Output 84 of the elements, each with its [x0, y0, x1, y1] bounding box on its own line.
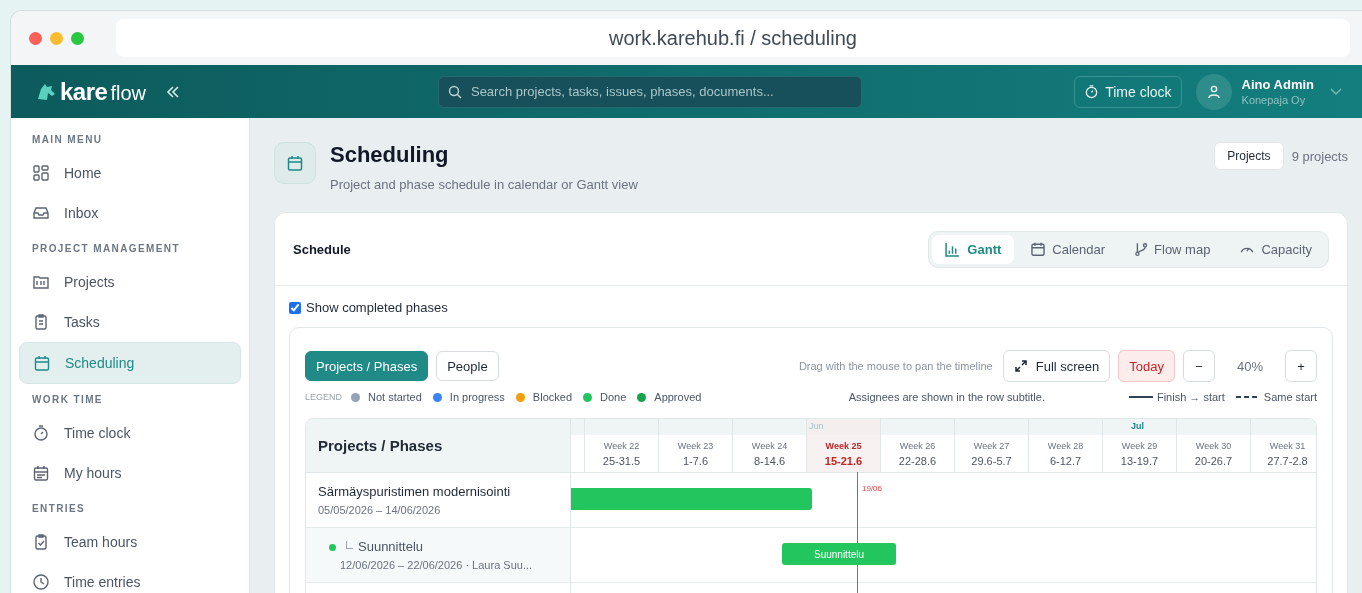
avatar[interactable] — [1195, 73, 1232, 110]
sidebar-item[interactable]: Team hours — [19, 522, 241, 562]
search-icon — [447, 84, 462, 99]
week-header: Week 25 15-21.6 — [807, 435, 881, 472]
branch-icon — [1135, 241, 1148, 257]
column-heading: Projects / Phases — [318, 437, 443, 454]
legend-title: LEGEND — [305, 392, 342, 402]
maximize-window-dot[interactable] — [71, 31, 84, 45]
view-toggle-button[interactable]: Projects / Phases — [305, 351, 429, 381]
collapse-sidebar-icon[interactable] — [165, 85, 180, 98]
inbox-icon — [32, 204, 50, 222]
sidebar-item[interactable]: Inbox — [19, 193, 241, 233]
today-date-label: 19/06 — [862, 484, 883, 493]
legend-label: Approved — [654, 391, 702, 403]
search-field[interactable]: Search projects, tasks, issues, phases, documents... — [438, 76, 861, 107]
clipboard-check-icon — [32, 533, 50, 551]
row-title[interactable]: Särmäyspuristimen modernisointi — [318, 484, 511, 499]
tree-branch-icon — [346, 540, 353, 549]
sidebar-item[interactable]: Projects — [19, 262, 241, 302]
calendar-icon — [33, 354, 51, 372]
logo-text: flow — [110, 81, 146, 105]
time-clock-button[interactable]: Time clock — [1074, 75, 1182, 108]
view-tab[interactable]: Capacity — [1227, 234, 1325, 264]
row-title[interactable]: Suunnittelu — [358, 539, 424, 554]
assignee-note: Assignees are shown in the row subtitle. — [848, 391, 1045, 403]
chevron-down-icon[interactable] — [1330, 87, 1342, 96]
zoom-level: 40% — [1236, 358, 1264, 374]
sidebar-item[interactable]: Home — [19, 153, 241, 193]
clock-icon — [32, 573, 50, 591]
user-name: Aino Admin — [1241, 77, 1314, 92]
close-window-dot[interactable] — [29, 31, 42, 45]
legend-label: Blocked — [532, 391, 572, 403]
legend-label: Not started — [368, 391, 422, 403]
full-screen-button[interactable]: Full screen — [1002, 350, 1111, 382]
projects-button[interactable]: Projects — [1214, 142, 1284, 170]
row-subtitle: 12/06/2026 – 22/06/2026 · Laura Suu... — [340, 559, 533, 571]
calendar-icon — [274, 142, 316, 184]
calendar-list-icon — [32, 464, 50, 482]
card-title: Schedule — [293, 241, 351, 257]
view-tab[interactable]: Gantt — [932, 234, 1015, 264]
section-heading: PROJECT MANAGEMENT — [31, 243, 181, 254]
view-tab[interactable]: Calendar — [1018, 234, 1119, 264]
bar-chart-icon — [945, 241, 961, 257]
row-subtitle: 05/05/2026 – 14/06/2026 — [318, 504, 442, 516]
company-name: Konepaja Oy — [1241, 94, 1307, 106]
sidebar-item[interactable]: Scheduling — [19, 342, 241, 384]
stopwatch-icon — [32, 424, 50, 442]
legend-label: In progress — [449, 391, 505, 403]
logo-text: kare — [60, 77, 108, 106]
user-icon — [1205, 83, 1222, 100]
stopwatch-icon — [1084, 84, 1100, 99]
legend-label: Finish → start — [1156, 391, 1225, 403]
view-toggle-button[interactable]: People — [436, 351, 499, 381]
sidebar-item[interactable]: Time clock — [19, 413, 241, 453]
sidebar-item[interactable]: Time entries — [19, 562, 241, 593]
clipboard-icon — [32, 313, 50, 331]
month-label: Jun — [809, 421, 824, 431]
gauge-icon — [1240, 245, 1255, 253]
month-label: Jul — [1131, 421, 1144, 431]
view-tab[interactable]: Flow map — [1122, 234, 1224, 264]
dashed-line-icon — [1235, 395, 1260, 399]
today-button[interactable]: Today — [1118, 350, 1175, 382]
minimize-window-dot[interactable] — [50, 31, 63, 45]
section-heading: MAIN MENU — [31, 134, 104, 145]
section-heading: WORK TIME — [31, 394, 104, 405]
drag-hint: Drag with the mouse to pan the timeline — [798, 360, 993, 372]
folder-icon — [32, 273, 50, 291]
page-subtitle: Project and phase schedule in calendar or Gantt view — [330, 177, 638, 192]
calendar-icon — [1031, 242, 1046, 256]
address-bar[interactable]: work.karehub.fi / scheduling — [116, 19, 1350, 57]
legend-label: Done — [600, 391, 627, 403]
show-completed-checkbox[interactable] — [289, 301, 301, 314]
page-title: Scheduling — [330, 142, 450, 168]
zoom-out-button[interactable]: − — [1183, 350, 1215, 382]
zoom-in-button[interactable]: + — [1285, 350, 1317, 382]
grid-icon — [32, 164, 50, 182]
sidebar-item[interactable]: My hours — [19, 453, 241, 493]
project-count: 9 projects — [1291, 148, 1348, 164]
legend-label: Same start — [1263, 391, 1317, 403]
expand-icon — [1013, 359, 1028, 373]
section-heading: ENTRIES — [31, 503, 87, 514]
solid-line-icon — [1128, 395, 1153, 399]
sidebar-item[interactable]: Tasks — [19, 302, 241, 342]
checkbox-label: Show completed phases — [306, 300, 448, 315]
